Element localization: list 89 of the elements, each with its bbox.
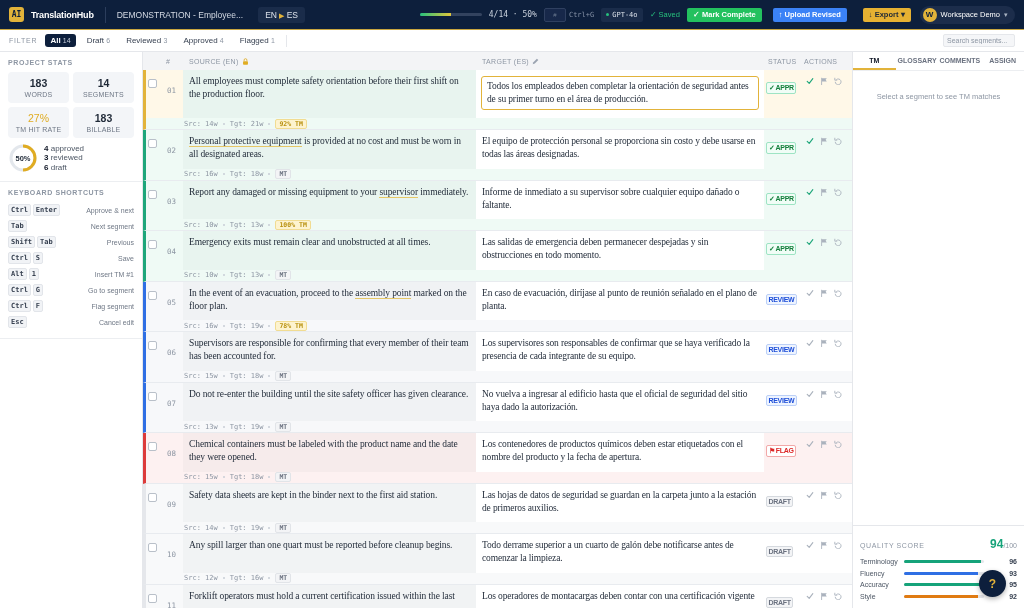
pencil-icon — [532, 57, 539, 65]
document-title: DEMONSTRATION - Employee... — [116, 9, 244, 20]
app-name: TranslationHub — [31, 9, 94, 20]
stat-value: 183 — [94, 112, 113, 124]
undo-icon[interactable] — [834, 541, 842, 549]
undo-icon[interactable] — [834, 238, 842, 246]
legend-item: 3 reviewed — [44, 153, 84, 163]
undo-icon[interactable] — [834, 288, 842, 297]
checkbox[interactable] — [148, 139, 157, 148]
user-avatar: W — [922, 7, 937, 22]
source-text: Emergency exits must remain clear and unobstructed at all times. — [189, 236, 432, 249]
flag-icon[interactable] — [820, 187, 828, 196]
segment-row[interactable] — [143, 433, 852, 484]
source-text: Safety data sheets are kept in the binder next to the first aid station. — [189, 488, 439, 502]
stat-value: 27% — [28, 112, 49, 124]
checkbox[interactable] — [148, 593, 157, 603]
check-icon[interactable] — [806, 238, 814, 246]
segment-row[interactable] — [143, 130, 852, 181]
legend-item: 6 draft — [44, 162, 68, 173]
check-icon[interactable] — [806, 440, 814, 448]
undo-icon[interactable] — [834, 490, 842, 499]
flag-icon[interactable] — [820, 238, 828, 246]
checkbox[interactable] — [148, 79, 157, 88]
segment-row[interactable] — [143, 332, 852, 383]
check-icon[interactable] — [806, 288, 814, 297]
segment-row[interactable] — [143, 70, 852, 130]
target-text: No vuelva a ingresar al edificio hasta que el oficial de seguridad del sitio haya dado la autorización. — [482, 387, 749, 414]
checkbox[interactable] — [148, 240, 157, 249]
source-text: Any spill larger than one quart must be reported before cleanup begins. — [189, 539, 454, 552]
target-text: El equipo de protección personal se proporciona sin costo y debe usarse en todas las áreas designadas. — [482, 135, 757, 161]
source-text: Chemical containers must be labeled with the product name and the date they were opened. — [189, 438, 459, 464]
flag-icon[interactable] — [820, 77, 828, 85]
flag-icon[interactable] — [820, 490, 828, 499]
source-text: Report any damaged or missing equipment to your supervisor immediately. — [189, 185, 470, 199]
undo-icon[interactable] — [834, 389, 842, 398]
checkbox[interactable] — [148, 341, 157, 350]
source-text: In the event of an evacuation, proceed to the assembly point marked on the floor plan. — [189, 286, 468, 313]
target-text: Informe de inmediato a su supervisor sobre cualquier equipo dañado o faltante. — [482, 185, 741, 212]
source-text: Do not re-enter the building until the site safety officer has given clearance. — [189, 387, 470, 401]
flag-icon[interactable] — [820, 389, 828, 398]
source-text: Supervisors are responsible for confirming that every member of their team has been accounted for. — [189, 337, 470, 363]
undo-icon[interactable] — [834, 591, 842, 600]
source-text: All employees must complete safety orientation before their first shift on the production floor. — [189, 75, 460, 101]
stat-value: 183 — [29, 77, 48, 89]
check-icon[interactable] — [806, 137, 814, 145]
lock-icon — [241, 57, 249, 65]
undo-icon[interactable] — [834, 440, 842, 448]
legend-item: 4 approved — [44, 143, 85, 154]
undo-icon[interactable] — [834, 187, 842, 196]
flag-icon[interactable] — [820, 541, 828, 549]
check-icon[interactable] — [806, 490, 814, 499]
flag-icon[interactable] — [820, 440, 828, 448]
checkbox[interactable] — [148, 189, 157, 199]
target-text: Todo derrame superior a un cuarto de galón debe notificarse antes de comenzar la limpieza. — [482, 539, 735, 565]
progress-text: 4/14 · 50% — [488, 10, 537, 19]
logo-badge: AI — [9, 7, 24, 22]
undo-icon[interactable] — [834, 339, 842, 347]
undo-icon[interactable] — [834, 77, 842, 85]
checkbox[interactable] — [148, 543, 157, 552]
checkbox[interactable] — [148, 391, 157, 401]
checkbox[interactable] — [148, 442, 157, 451]
check-icon[interactable] — [806, 389, 814, 398]
check-icon[interactable] — [806, 591, 814, 600]
segment-row[interactable] — [143, 281, 852, 332]
target-text: Los operadores de montacargas deben contar con una certificación vigente — [482, 589, 756, 603]
check-icon[interactable] — [806, 541, 814, 549]
flag-icon[interactable] — [820, 288, 828, 297]
source-text: Personal protective equipment is provided at no cost and must be worn in all designated areas. — [189, 135, 462, 161]
target-text: En caso de evacuación, diríjase al punto de reunión señalado en el plano de planta. — [482, 286, 758, 313]
flag-icon[interactable] — [820, 137, 828, 145]
status-dot — [606, 13, 610, 16]
check-icon[interactable] — [806, 187, 814, 196]
target-editor[interactable]: Todos los empleados deben completar la orientación de seguridad antes de su primer turno en el área de producción. — [481, 76, 759, 110]
source-text: Forklift operators must hold a current certification issued within the last — [189, 589, 456, 603]
segment-row[interactable] — [143, 382, 852, 433]
target-text: Las hojas de datos de seguridad se guardan en la carpeta junto a la estación de primeros auxilios. — [482, 488, 758, 515]
checkbox[interactable] — [148, 492, 157, 502]
flag-icon[interactable] — [820, 591, 828, 600]
stat-value: 14 — [97, 77, 110, 89]
check-icon[interactable] — [806, 339, 814, 347]
target-text: Los contenedores de productos químicos deben estar etiquetados con el nombre del producto y la fecha de apertura. — [482, 438, 745, 464]
target-text: Las salidas de emergencia deben permanecer despejadas y sin obstrucciones en todo momento. — [482, 236, 710, 262]
segment-row[interactable] — [143, 483, 852, 534]
flag-icon[interactable] — [820, 339, 828, 347]
check-icon[interactable] — [806, 77, 814, 85]
checkbox[interactable] — [148, 290, 157, 300]
undo-icon[interactable] — [834, 137, 842, 145]
help-button[interactable]: ? — [979, 570, 1006, 597]
target-text: Los supervisores son responsables de confirmar que se haya verificado la presencia de cada integrante de su equipo. — [482, 337, 751, 363]
